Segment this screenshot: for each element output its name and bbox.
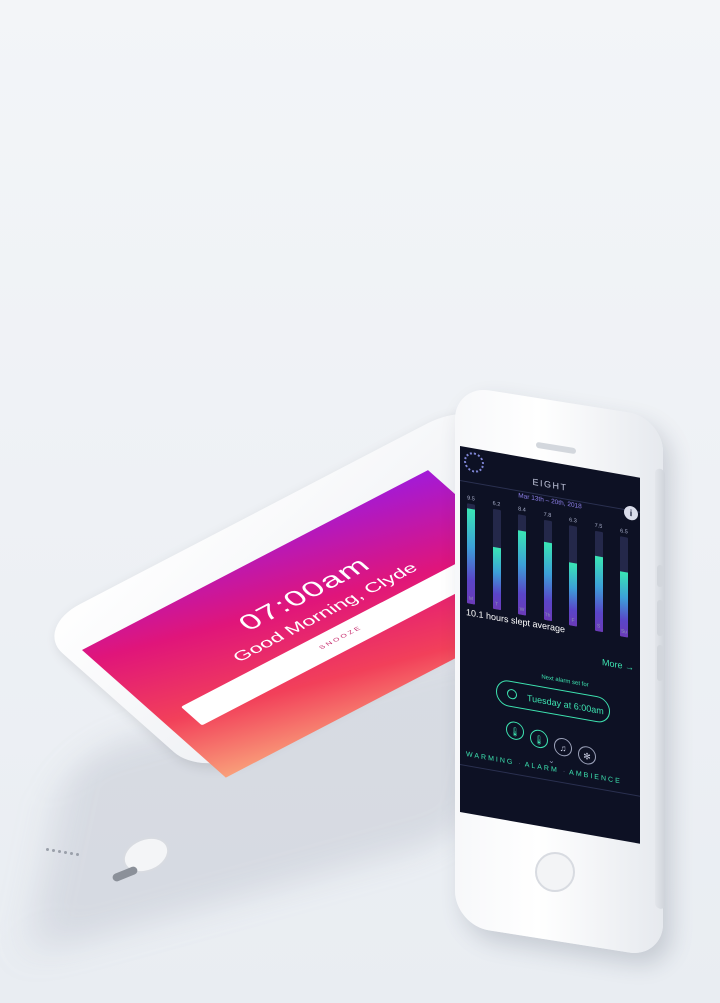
sleep-bar-track <box>467 503 475 605</box>
tab-separator: · <box>518 760 521 768</box>
sleep-bar-value: 8.4 <box>518 506 526 514</box>
sleep-bar-fill <box>518 530 526 616</box>
sleep-bar-value: 6.2 <box>492 500 501 509</box>
sleep-bar-value: 6.3 <box>569 517 577 525</box>
sleep-bar-track <box>543 519 552 622</box>
sleep-bar-track <box>594 530 603 633</box>
chevron-down-icon[interactable]: ⌄ <box>548 756 555 766</box>
speaker-grill <box>46 838 126 858</box>
sleep-bar[interactable]: 7.5 S <box>592 499 606 641</box>
tab-warming[interactable]: WARMING <box>466 751 514 767</box>
sleep-bar[interactable]: 7.8 Th <box>541 490 555 632</box>
sleep-bar[interactable]: 6.5 Su <box>617 504 631 646</box>
tab-separator: · <box>562 768 566 776</box>
volume-down-button[interactable] <box>657 645 663 681</box>
mode-selector: 🌡 🌡 ♫ ✻ <box>506 716 626 767</box>
sleep-bar-track <box>620 536 628 638</box>
sleep-bar[interactable]: 8.4 W <box>515 486 529 628</box>
sleep-bar-value: 7.5 <box>594 522 603 531</box>
sleep-bar[interactable]: 9.5 M <box>464 477 478 619</box>
standing-home-button[interactable] <box>535 852 575 892</box>
sleep-bar-track <box>518 514 526 616</box>
sleep-bar-value: 7.8 <box>543 511 552 520</box>
alarm-clock-icon <box>507 688 517 701</box>
sleep-bar[interactable]: 6.2 T <box>490 481 504 623</box>
standing-phone-side <box>655 468 665 910</box>
sleep-bar-fill <box>543 541 552 622</box>
fan-icon[interactable]: ✻ <box>578 744 596 766</box>
sleep-bar-fill <box>594 555 603 633</box>
sleep-bar-value: 9.5 <box>467 495 475 503</box>
sleep-bar-fill <box>467 508 475 605</box>
sleep-bar-track <box>492 508 501 611</box>
more-link[interactable]: More → <box>602 657 634 673</box>
thermometer-icon[interactable]: 🌡 <box>530 728 548 750</box>
tab-ambience[interactable]: AMBIENCE <box>569 769 622 785</box>
thermometer-icon[interactable]: 🌡 <box>506 720 524 742</box>
next-alarm-value: Tuesday at 6:00am <box>527 692 604 717</box>
sleep-bar-track <box>569 525 577 627</box>
sleep-bar-value: 6.5 <box>620 528 628 536</box>
music-icon[interactable]: ♫ <box>554 736 572 758</box>
sleep-bar[interactable]: 6.3 F <box>566 495 580 637</box>
volume-up-button[interactable] <box>657 600 663 636</box>
mute-switch[interactable] <box>657 565 663 587</box>
app-screen: EIGHT Mar 13th – 20th, 2018 i 9.5 M 6.2 T 8.… <box>460 446 640 844</box>
